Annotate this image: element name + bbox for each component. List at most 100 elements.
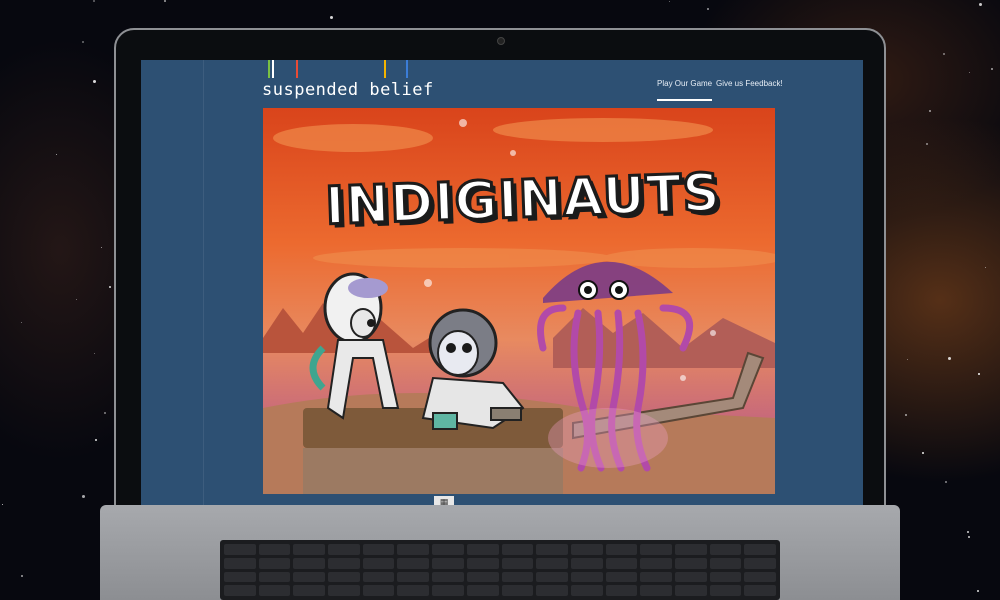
key — [397, 571, 430, 583]
key — [466, 544, 499, 555]
key — [224, 571, 256, 583]
star — [109, 286, 111, 288]
star — [948, 357, 951, 360]
star — [164, 0, 166, 2]
star — [978, 373, 980, 375]
hero-image: INDIGINAUTS — [263, 108, 775, 494]
star — [929, 110, 931, 112]
key — [466, 585, 499, 596]
star — [985, 267, 986, 268]
key — [570, 585, 603, 596]
key — [605, 585, 638, 596]
key — [224, 585, 256, 596]
key — [640, 544, 672, 555]
star — [21, 322, 22, 323]
key — [570, 557, 603, 569]
key — [536, 585, 568, 596]
star — [991, 68, 993, 70]
key — [709, 585, 742, 596]
key — [293, 571, 326, 583]
key — [744, 557, 776, 569]
key — [293, 585, 326, 596]
nav-give-feedback[interactable]: Give us Feedback! — [716, 79, 783, 88]
key — [397, 585, 430, 596]
site-logo[interactable]: suspended belief — [262, 80, 434, 100]
star — [101, 247, 102, 248]
star — [2, 504, 3, 505]
key — [536, 571, 568, 583]
key — [640, 571, 672, 583]
key — [258, 544, 291, 555]
star — [82, 41, 84, 43]
star — [926, 143, 928, 145]
key — [258, 557, 291, 569]
key — [224, 557, 256, 569]
key — [605, 557, 638, 569]
cookie-icon[interactable]: ▦ — [434, 496, 454, 505]
key — [501, 571, 534, 583]
key — [640, 585, 672, 596]
key — [501, 585, 534, 596]
key — [744, 544, 776, 555]
key — [674, 585, 707, 596]
star — [669, 1, 670, 2]
key — [570, 571, 603, 583]
star — [707, 8, 709, 10]
key — [224, 544, 256, 555]
star — [907, 359, 908, 360]
key — [293, 557, 326, 569]
key — [258, 585, 291, 596]
key — [501, 544, 534, 555]
key — [536, 557, 568, 569]
star — [943, 53, 945, 55]
star — [330, 16, 333, 19]
key — [640, 557, 672, 569]
key — [570, 544, 603, 555]
star — [969, 72, 970, 73]
star — [95, 439, 97, 441]
key — [432, 557, 464, 569]
star — [922, 452, 924, 454]
star — [94, 353, 95, 354]
star — [82, 495, 85, 498]
key — [466, 571, 499, 583]
key — [709, 557, 742, 569]
key — [709, 544, 742, 555]
key — [328, 571, 360, 583]
laptop-keyboard — [220, 540, 780, 600]
key — [397, 544, 430, 555]
star — [56, 154, 57, 155]
key — [501, 557, 534, 569]
key — [744, 571, 776, 583]
key — [605, 571, 638, 583]
key — [674, 544, 707, 555]
key — [605, 544, 638, 555]
key — [674, 557, 707, 569]
key — [362, 571, 395, 583]
star — [968, 536, 970, 538]
page-edge-line — [203, 60, 204, 505]
key — [709, 571, 742, 583]
star — [945, 481, 947, 483]
nav-play-our-game[interactable]: Play Our Game — [657, 79, 713, 101]
star — [21, 575, 23, 577]
camera-icon — [497, 37, 505, 45]
key — [432, 585, 464, 596]
key — [432, 544, 464, 555]
astronaut-2 — [421, 308, 525, 430]
star — [977, 590, 979, 592]
star — [104, 412, 106, 414]
key — [362, 557, 395, 569]
star — [967, 531, 969, 533]
key — [536, 544, 568, 555]
key — [744, 585, 776, 596]
star — [905, 414, 907, 416]
key — [674, 571, 707, 583]
star — [93, 0, 95, 2]
key — [293, 544, 326, 555]
key — [466, 557, 499, 569]
key — [397, 557, 430, 569]
key — [432, 571, 464, 583]
key — [258, 571, 291, 583]
star — [979, 3, 982, 6]
